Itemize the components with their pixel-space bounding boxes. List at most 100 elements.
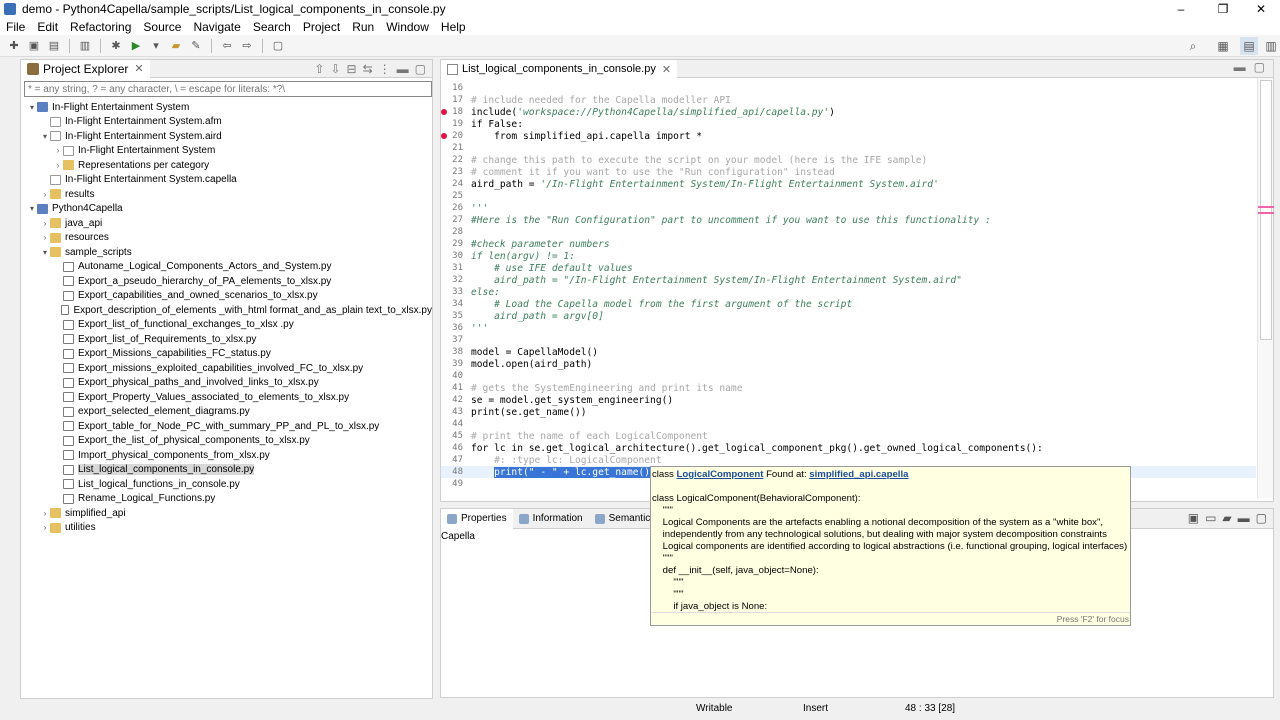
search-icon[interactable]: ⌕ — [1184, 37, 1202, 55]
external-tools-icon[interactable]: ▾ — [148, 38, 164, 54]
code-line[interactable]: 20 from simplified_api.capella import * — [441, 130, 1256, 142]
monitor-icon[interactable]: ▭ — [1205, 511, 1216, 525]
chevron-right-icon[interactable]: › — [40, 523, 50, 532]
back-icon[interactable]: ⇦ — [219, 38, 235, 54]
project-explorer-tab[interactable]: Project Explorer ✕ — [21, 59, 150, 78]
scrollbar-thumb[interactable] — [1260, 80, 1272, 340]
error-marker-icon[interactable] — [441, 133, 447, 139]
code-line[interactable]: 39 model.open(aird_path) — [441, 358, 1256, 370]
maximize-button[interactable]: ❐ — [1206, 0, 1240, 18]
tree-item[interactable]: Export_missions_exploited_capabilities_i… — [21, 361, 432, 376]
tree-item[interactable]: › In-Flight Entertainment System — [21, 144, 432, 159]
up-arrow-icon[interactable]: ⇧ — [314, 62, 324, 76]
menu-window[interactable]: Window — [380, 20, 435, 34]
code-line[interactable]: 33 else: — [441, 286, 1256, 298]
chevron-right-icon[interactable]: › — [40, 509, 50, 518]
forward-icon[interactable]: ⇨ — [239, 38, 255, 54]
tab-information[interactable]: Information — [513, 509, 589, 529]
code-line[interactable]: 32 aird_path = "/In-Flight Entertainment… — [441, 274, 1256, 286]
code-line[interactable]: 44 — [441, 418, 1256, 430]
maximize-view-icon[interactable]: ▢ — [1254, 60, 1265, 74]
chevron-down-icon[interactable]: ▾ — [27, 204, 37, 213]
link-with-editor-icon[interactable]: ⇆ — [363, 62, 373, 76]
open-perspective-icon[interactable]: ▦ — [1214, 37, 1232, 55]
tree-item[interactable]: Export_Missions_capabilities_FC_status.p… — [21, 347, 432, 362]
code-line[interactable]: 36 ''' — [441, 322, 1256, 334]
wand-icon[interactable]: ✎ — [188, 38, 204, 54]
code-line[interactable]: 24 aird_path = '/In-Flight Entertainment … — [441, 178, 1256, 190]
tree-item[interactable]: ▾ sample_scripts — [21, 245, 432, 260]
tab-properties[interactable]: Properties — [441, 508, 513, 529]
tree-item[interactable]: Export_the_list_of_physical_components_t… — [21, 434, 432, 449]
code-line[interactable]: 26 ''' — [441, 202, 1256, 214]
tree-item[interactable]: Export_physical_paths_and_involved_links… — [21, 376, 432, 391]
tree-item[interactable]: Rename_Logical_Functions.py — [21, 492, 432, 507]
code-line[interactable]: 35 aird_path = argv[0] — [441, 310, 1256, 322]
down-arrow-icon[interactable]: ⇩ — [330, 62, 340, 76]
minimize-button[interactable]: – — [1164, 0, 1198, 18]
maximize-view-icon[interactable]: ▢ — [1256, 511, 1267, 525]
tree-item[interactable]: Export_list_of_Requirements_to_xlsx.py — [21, 332, 432, 347]
chevron-right-icon[interactable]: › — [40, 190, 50, 199]
minimize-view-icon[interactable]: ▬ — [1238, 511, 1250, 525]
tree-item[interactable]: › utilities — [21, 521, 432, 536]
code-line[interactable]: 38 model = CapellaModel() — [441, 346, 1256, 358]
menu-file[interactable]: File — [0, 20, 31, 34]
code-line[interactable]: 40 — [441, 370, 1256, 382]
pin-icon[interactable]: ▣ — [1188, 511, 1199, 525]
code-line[interactable]: 22 # change this path to execute the scri… — [441, 154, 1256, 166]
code-line[interactable]: 47 #: :type lc: LogicalComponent — [441, 454, 1256, 466]
close-icon[interactable]: ✕ — [662, 63, 671, 76]
code-line[interactable]: 25 — [441, 190, 1256, 202]
tree-item[interactable]: ▾ In-Flight Entertainment System.aird — [21, 129, 432, 144]
chevron-down-icon[interactable]: ▾ — [40, 132, 50, 141]
tree-item[interactable]: › Representations per category — [21, 158, 432, 173]
chevron-down-icon[interactable]: ▾ — [27, 103, 37, 112]
module-link[interactable]: simplified_api.capella — [809, 469, 908, 480]
class-link[interactable]: LogicalComponent — [677, 469, 764, 480]
tree-item[interactable]: List_logical_functions_in_console.py — [21, 477, 432, 492]
code-line[interactable]: 16 — [441, 82, 1256, 94]
code-line[interactable]: 28 — [441, 226, 1256, 238]
new-icon[interactable]: ✚ — [6, 38, 22, 54]
code-line[interactable]: 27 #Here is the "Run Configuration" part … — [441, 214, 1256, 226]
tree-item[interactable]: ▾ In-Flight Entertainment System — [21, 100, 432, 115]
tree-item[interactable]: In-Flight Entertainment System.capella — [21, 173, 432, 188]
code-line[interactable]: 34 # Load the Capella model from the fir… — [441, 298, 1256, 310]
maximize-view-icon[interactable]: ▢ — [415, 62, 426, 76]
menu-refactoring[interactable]: Refactoring — [64, 20, 137, 34]
code-line[interactable]: 19 if False: — [441, 118, 1256, 130]
view-menu-icon[interactable]: ⋮ — [379, 62, 391, 76]
tree-item[interactable]: Export_table_for_Node_PC_with_summary_PP… — [21, 419, 432, 434]
code-line[interactable]: 23 # comment it if you want to use the "R… — [441, 166, 1256, 178]
folder-icon[interactable]: ▰ — [1222, 511, 1231, 525]
chevron-right-icon[interactable]: › — [40, 233, 50, 242]
code-line[interactable]: 37 — [441, 334, 1256, 346]
tree-item[interactable]: Autoname_Logical_Components_Actors_and_S… — [21, 260, 432, 275]
code-line[interactable]: 45 # print the name of each LogicalCompon… — [441, 430, 1256, 442]
error-marker-icon[interactable] — [441, 109, 447, 115]
code-line[interactable]: 31 # use IFE default values — [441, 262, 1256, 274]
code-line[interactable]: 18 include('workspace://Python4Capella/si… — [441, 106, 1256, 118]
minimize-view-icon[interactable]: ▬ — [397, 62, 409, 76]
tree-item[interactable]: › simplified_api — [21, 506, 432, 521]
code-line[interactable]: 41 # gets the SystemEngineering and print… — [441, 382, 1256, 394]
capella-perspective-icon[interactable]: ▤ — [1240, 37, 1258, 55]
chevron-right-icon[interactable]: › — [40, 219, 50, 228]
chevron-right-icon[interactable]: › — [53, 161, 63, 170]
close-window-button[interactable]: ✕ — [1244, 0, 1278, 18]
tree-item[interactable]: Import_physical_components_from_xlsx.py — [21, 448, 432, 463]
editor-vertical-scrollbar[interactable] — [1257, 78, 1274, 498]
tree-item[interactable]: Export_capabilities_and_owned_scenarios_… — [21, 289, 432, 304]
save-all-icon[interactable]: ▤ — [46, 38, 62, 54]
tree-item[interactable]: › results — [21, 187, 432, 202]
menu-source[interactable]: Source — [137, 20, 187, 34]
menu-navigate[interactable]: Navigate — [187, 20, 246, 34]
menu-search[interactable]: Search — [247, 20, 297, 34]
tree-item[interactable]: Export_a_pseudo_hierarchy_of_PA_elements… — [21, 274, 432, 289]
minimize-view-icon[interactable]: ▬ — [1234, 60, 1246, 74]
tree-item[interactable]: In-Flight Entertainment System.afm — [21, 115, 432, 130]
code-line[interactable]: 21 — [441, 142, 1256, 154]
code-line[interactable]: 29 #check parameter numbers — [441, 238, 1256, 250]
open-folder-icon[interactable]: ▰ — [168, 38, 184, 54]
